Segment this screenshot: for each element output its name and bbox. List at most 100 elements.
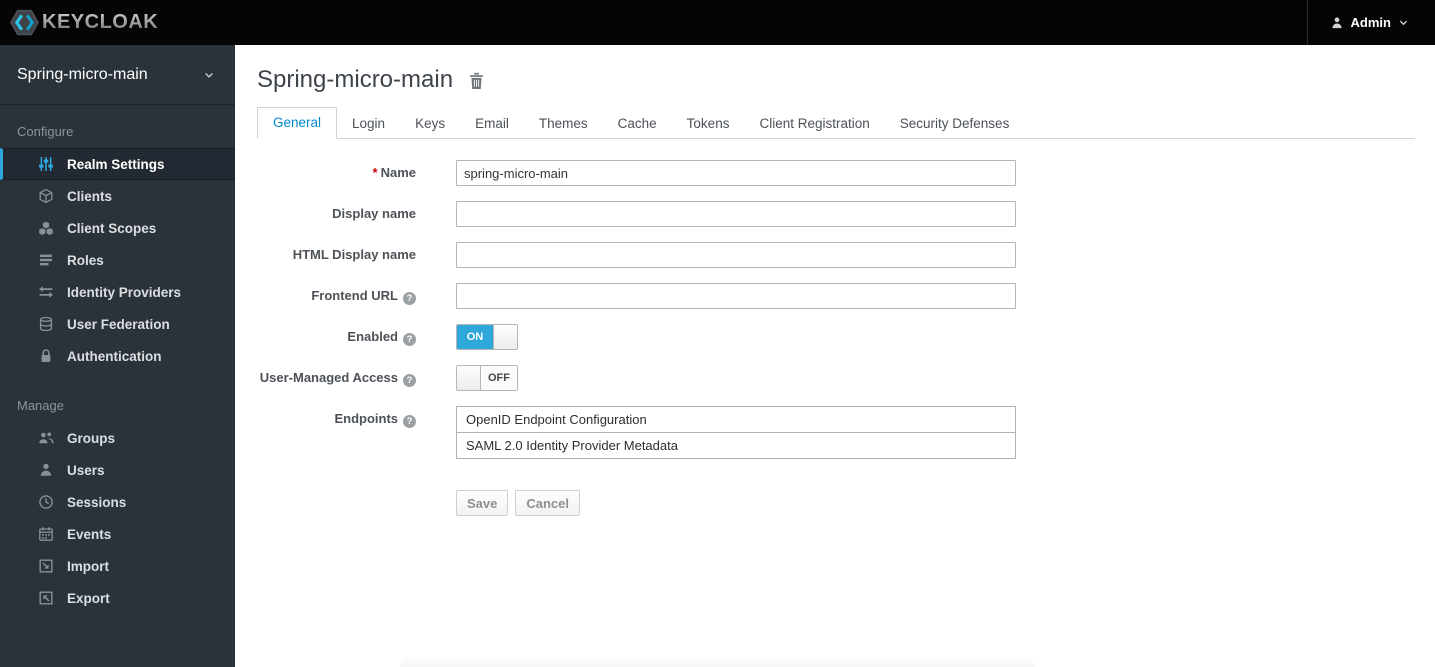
realm-general-form: *Name Display name HTML Display name <box>257 160 1415 516</box>
brand-text: KEYCLOAK <box>42 11 159 33</box>
sidebar-item-roles[interactable]: Roles <box>0 244 235 276</box>
tab-general[interactable]: General <box>257 107 338 139</box>
user-icon <box>1330 16 1344 30</box>
sidebar-item-label: Roles <box>67 252 104 268</box>
keycloak-brand-link[interactable]: KEYCLOAK <box>0 8 158 37</box>
clock-icon <box>37 494 54 511</box>
tab-themes[interactable]: Themes <box>524 109 603 139</box>
sliders-icon <box>37 156 54 173</box>
sidebar-item-authentication[interactable]: Authentication <box>0 340 235 372</box>
footer-ghost <box>400 657 1035 667</box>
help-icon[interactable]: ? <box>403 415 416 428</box>
sidebar-item-users[interactable]: Users <box>0 454 235 486</box>
html-display-name-field-label: HTML Display name <box>292 247 416 262</box>
sidebar-item-label: Clients <box>67 188 113 204</box>
user-icon <box>37 462 54 479</box>
sidebar-item-events[interactable]: Events <box>0 518 235 550</box>
sidebar-item-identity-providers[interactable]: Identity Providers <box>0 276 235 308</box>
sidebar-item-sessions[interactable]: Sessions <box>0 486 235 518</box>
sidebar-item-label: Realm Settings <box>67 156 165 172</box>
enabled-field-label: Enabled? <box>257 324 416 350</box>
form-row-user-managed-access: User-Managed Access? OFF <box>257 365 1415 391</box>
cubes-icon <box>37 220 54 237</box>
sidebar-item-export[interactable]: Export <box>0 582 235 614</box>
exchange-arrows-icon <box>37 284 54 301</box>
help-icon[interactable]: ? <box>403 374 416 387</box>
sidebar-item-groups[interactable]: Groups <box>0 422 235 454</box>
toggle-on-label: ON <box>457 325 493 349</box>
tab-keys[interactable]: Keys <box>400 109 460 139</box>
saml-identity-provider-metadata-link[interactable]: SAML 2.0 Identity Provider Metadata <box>456 432 1016 459</box>
sidebar-item-clients[interactable]: Clients <box>0 180 235 212</box>
sidebar-item-import[interactable]: Import <box>0 550 235 582</box>
user-managed-access-toggle[interactable]: OFF <box>456 365 518 391</box>
sidebar-item-label: Export <box>67 590 110 606</box>
form-row-enabled: Enabled? ON <box>257 324 1415 350</box>
keycloak-logo-icon <box>10 8 39 37</box>
tab-bar: General Login Keys Email Themes Cache To… <box>257 105 1415 139</box>
list-icon <box>37 252 54 269</box>
user-name-label: Admin <box>1350 15 1391 30</box>
realm-name-label: Spring-micro-main <box>17 65 148 83</box>
help-icon[interactable]: ? <box>403 333 416 346</box>
sidebar-item-label: User Federation <box>67 316 170 332</box>
tab-cache[interactable]: Cache <box>603 109 672 139</box>
lock-icon <box>37 348 54 365</box>
save-button[interactable]: Save <box>456 490 509 516</box>
openid-endpoint-configuration-link[interactable]: OpenID Endpoint Configuration <box>456 406 1016 433</box>
import-box-icon <box>37 558 54 575</box>
database-icon <box>37 316 54 333</box>
topbar: KEYCLOAK Admin <box>0 0 1435 45</box>
main-content: Spring-micro-main General Login Keys Ema… <box>235 45 1435 667</box>
form-row-endpoints: Endpoints? OpenID Endpoint Configuration… <box>257 406 1415 459</box>
sidebar-item-label: Authentication <box>67 348 162 364</box>
sidebar-item-label: Groups <box>67 430 116 446</box>
html-display-name-input[interactable] <box>456 242 1016 268</box>
tab-client-registration[interactable]: Client Registration <box>744 109 884 139</box>
tab-security-defenses[interactable]: Security Defenses <box>885 109 1025 139</box>
delete-realm-button[interactable] <box>468 72 485 90</box>
required-marker: * <box>372 165 378 180</box>
frontend-url-input[interactable] <box>456 283 1016 309</box>
user-managed-access-field-label: User-Managed Access? <box>257 365 416 391</box>
sidebar-item-realm-settings[interactable]: Realm Settings <box>0 148 235 180</box>
sidebar-item-label: Identity Providers <box>67 284 182 300</box>
form-row-display-name: Display name <box>257 201 1415 227</box>
sidebar-section-configure: Configure <box>17 124 74 139</box>
toggle-off-label: OFF <box>481 366 517 390</box>
frontend-url-field-label: Frontend URL? <box>257 283 416 309</box>
cancel-button[interactable]: Cancel <box>515 490 581 516</box>
sidebar: Spring-micro-main Configure Realm Settin… <box>0 45 235 667</box>
chevron-down-icon <box>205 72 213 78</box>
export-box-icon <box>37 590 54 607</box>
cube-icon <box>37 188 54 205</box>
form-row-frontend-url: Frontend URL? <box>257 283 1415 309</box>
sidebar-item-label: Client Scopes <box>67 220 157 236</box>
user-menu-dropdown[interactable]: Admin <box>1306 0 1435 45</box>
toggle-handle <box>493 325 517 349</box>
realm-selector-dropdown[interactable]: Spring-micro-main <box>0 45 235 105</box>
help-icon[interactable]: ? <box>403 292 416 305</box>
tab-tokens[interactable]: Tokens <box>672 109 745 139</box>
name-field-label: * Name <box>372 165 416 180</box>
form-row-actions: Save Cancel <box>257 474 1415 516</box>
form-row-name: * Name <box>257 160 1415 186</box>
display-name-input[interactable] <box>456 201 1016 227</box>
tab-login[interactable]: Login <box>337 109 400 139</box>
sidebar-item-label: Sessions <box>67 494 127 510</box>
name-input[interactable] <box>456 160 1016 186</box>
sidebar-item-label: Users <box>67 462 105 478</box>
tab-email[interactable]: Email <box>460 109 524 139</box>
display-name-field-label: Display name <box>332 206 416 221</box>
enabled-toggle[interactable]: ON <box>456 324 518 350</box>
form-row-html-display-name: HTML Display name <box>257 242 1415 268</box>
sidebar-item-label: Events <box>67 526 112 542</box>
endpoints-field-label: Endpoints? <box>257 406 416 432</box>
trash-icon <box>470 72 483 89</box>
sidebar-item-label: Import <box>67 558 109 574</box>
sidebar-section-manage: Manage <box>17 398 64 413</box>
group-icon <box>37 430 54 447</box>
calendar-icon <box>37 526 54 543</box>
sidebar-item-user-federation[interactable]: User Federation <box>0 308 235 340</box>
sidebar-item-client-scopes[interactable]: Client Scopes <box>0 212 235 244</box>
